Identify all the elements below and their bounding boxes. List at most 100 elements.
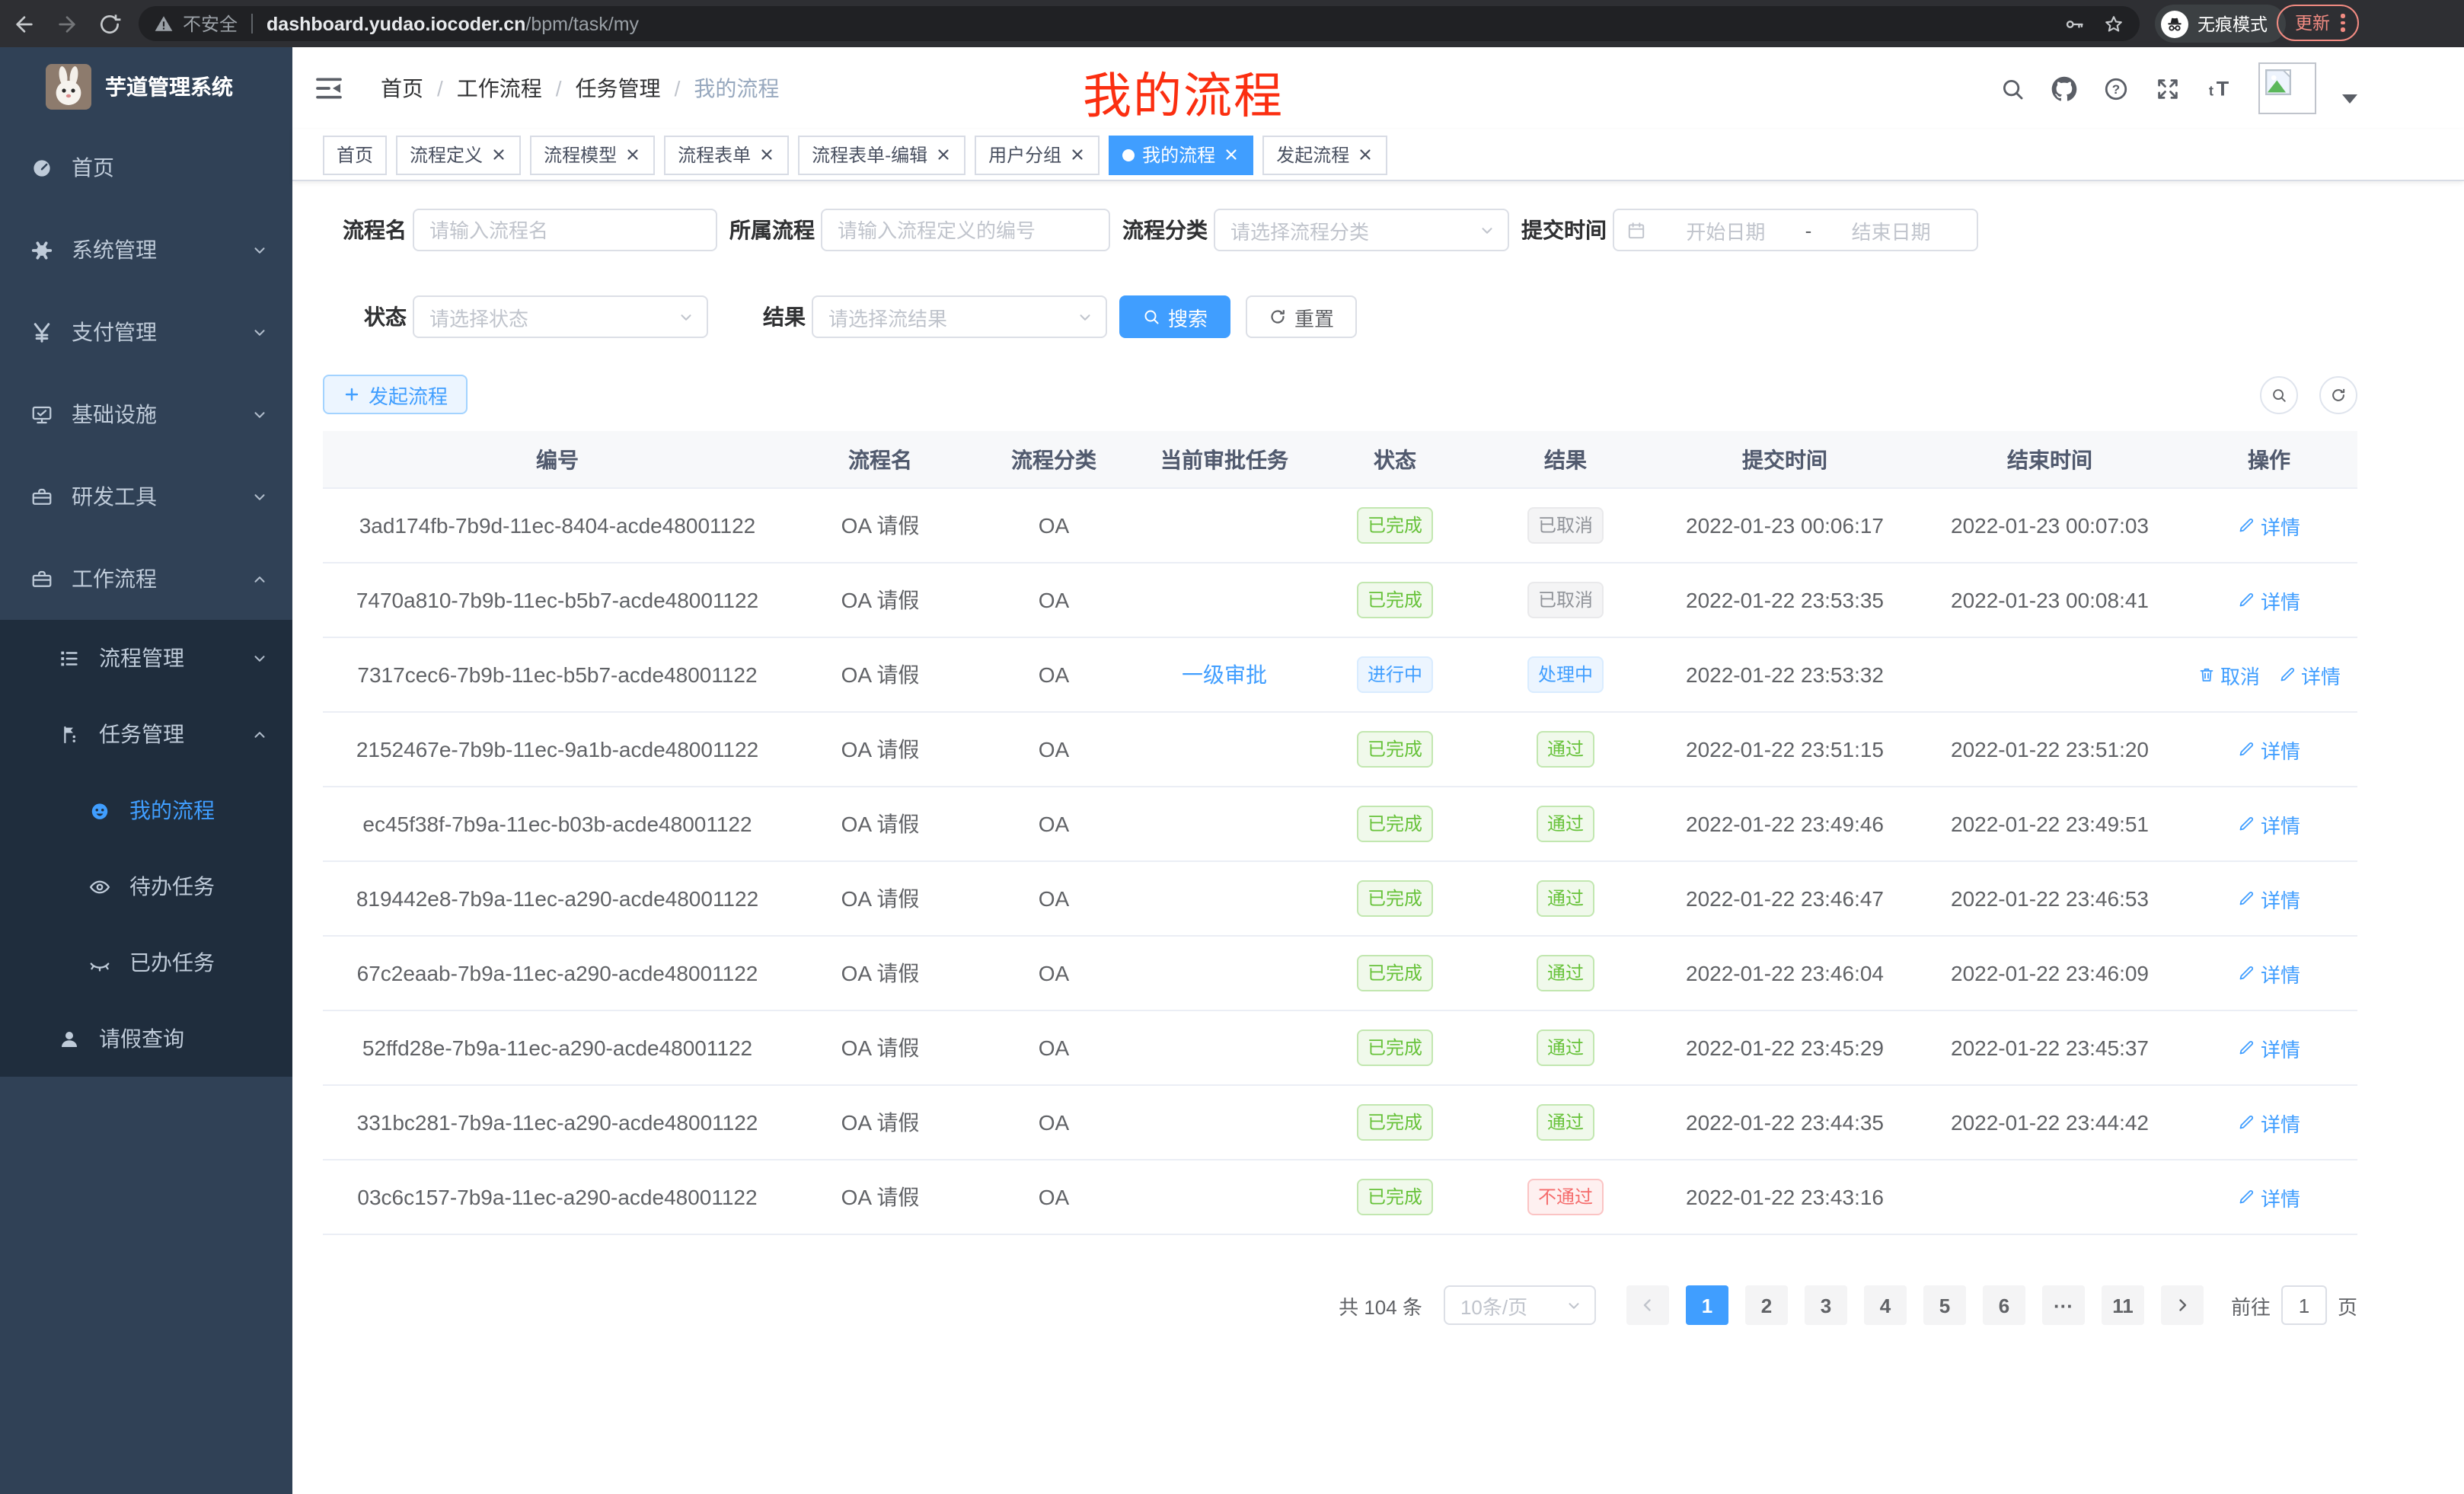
address-bar[interactable]: 不安全 dashboard.yudao.iocoder.cn/bpm/task/… (139, 6, 2140, 41)
sidebar-menu-item[interactable]: 请假查询 (0, 1001, 292, 1077)
password-key-icon[interactable] (2063, 13, 2085, 34)
sidebar-menu-item[interactable]: 已办任务 (0, 924, 292, 1001)
view-tab[interactable]: 我的流程 (1109, 135, 1253, 174)
page-number-button[interactable]: 5 (1923, 1285, 1966, 1325)
sidebar-menu-item[interactable]: 系统管理 (0, 209, 292, 291)
view-tab[interactable]: 用户分组 (975, 135, 1100, 174)
detail-action[interactable]: 详情 (2238, 1033, 2300, 1062)
help-icon[interactable] (2103, 75, 2129, 101)
browser-update-button[interactable]: 更新 (2277, 5, 2358, 41)
app-title: 芋道管理系统 (105, 72, 233, 102)
result-select[interactable]: 请选择流结果 (812, 295, 1107, 338)
sidebar-menu-item[interactable]: 任务管理 (0, 696, 292, 772)
close-icon[interactable] (1357, 146, 1374, 163)
sidebar-collapse-icon[interactable] (314, 73, 344, 104)
detail-action[interactable]: 详情 (2238, 511, 2300, 540)
search-icon[interactable] (2000, 75, 2025, 101)
refresh-icon (1269, 308, 1287, 326)
fullscreen-icon[interactable] (2155, 75, 2181, 101)
menu-item-label: 支付管理 (72, 317, 157, 347)
avatar-dropdown-icon[interactable] (2342, 94, 2357, 104)
cell-submit-time: 2022-01-22 23:45:29 (1651, 1036, 1919, 1060)
close-icon[interactable] (624, 146, 641, 163)
menu-item-label: 工作流程 (72, 563, 157, 594)
cancel-action[interactable]: 取消 (2197, 660, 2260, 689)
font-size-icon[interactable] (2207, 75, 2233, 101)
detail-action[interactable]: 详情 (2238, 735, 2300, 764)
menu-item-label: 首页 (72, 152, 114, 183)
close-icon[interactable] (935, 146, 952, 163)
detail-action[interactable]: 详情 (2238, 809, 2300, 838)
breadcrumb-item[interactable]: 工作流程 (457, 73, 542, 104)
goto-page-input[interactable] (2281, 1285, 2327, 1325)
cell-submit-time: 2022-01-22 23:49:46 (1651, 812, 1919, 836)
page-number-button[interactable]: ··· (2042, 1285, 2085, 1325)
view-tab[interactable]: 发起流程 (1262, 135, 1387, 174)
github-icon[interactable] (2051, 75, 2077, 101)
page-number-button[interactable]: 2 (1745, 1285, 1788, 1325)
close-icon[interactable] (490, 146, 507, 163)
end-date-placeholder[interactable]: 结束日期 (1818, 215, 1964, 244)
submit-time-range-picker[interactable]: 开始日期 - 结束日期 (1613, 209, 1978, 251)
page-number-button[interactable]: 4 (1864, 1285, 1907, 1325)
sidebar-menu-item[interactable]: 我的流程 (0, 772, 292, 848)
browser-forward-icon[interactable] (55, 11, 79, 36)
page-number-button[interactable]: 11 (2102, 1285, 2144, 1325)
menu-item-icon (30, 403, 53, 426)
page-size-select[interactable]: 10条/页 (1444, 1285, 1596, 1325)
prev-page-button[interactable] (1626, 1285, 1669, 1325)
process-definition-label: 所属流程 (729, 215, 815, 245)
breadcrumb: 首页 / 工作流程 / 任务管理 / 我的流程 (381, 73, 779, 104)
detail-action[interactable]: 详情 (2238, 586, 2300, 615)
breadcrumb-item[interactable]: 任务管理 (576, 73, 661, 104)
browser-reload-icon[interactable] (97, 11, 122, 36)
browser-menu-icon[interactable] (2341, 14, 2344, 32)
reset-button[interactable]: 重置 (1246, 295, 1357, 338)
page-number-button[interactable]: 1 (1686, 1285, 1728, 1325)
process-category-select[interactable]: 请选择流程分类 (1214, 209, 1509, 251)
view-tab[interactable]: 流程表单 (664, 135, 789, 174)
detail-action[interactable]: 详情 (2238, 1108, 2300, 1137)
table-toolbar: 发起流程 (323, 375, 2357, 414)
sidebar-menu-item[interactable]: 工作流程 (0, 538, 292, 620)
breadcrumb-item[interactable]: 我的流程 (694, 73, 779, 104)
current-task-link[interactable]: 一级审批 (1182, 662, 1267, 687)
view-tab[interactable]: 流程定义 (396, 135, 521, 174)
menu-item-icon (88, 951, 111, 974)
close-icon[interactable] (1223, 146, 1240, 163)
process-name-input[interactable] (413, 209, 717, 251)
sidebar-menu-item[interactable]: 流程管理 (0, 620, 292, 696)
detail-action[interactable]: 详情 (2238, 959, 2300, 988)
close-icon[interactable] (758, 146, 775, 163)
total-count: 共 104 条 (1339, 1291, 1422, 1320)
detail-action[interactable]: 详情 (2238, 884, 2300, 913)
search-button[interactable]: 搜索 (1119, 295, 1230, 338)
start-date-placeholder[interactable]: 开始日期 (1652, 215, 1799, 244)
view-tab[interactable]: 流程表单-编辑 (798, 135, 965, 174)
view-tab[interactable]: 流程模型 (530, 135, 655, 174)
page-number-button[interactable]: 6 (1983, 1285, 2025, 1325)
detail-action[interactable]: 详情 (2278, 660, 2341, 689)
create-process-button[interactable]: 发起流程 (323, 375, 468, 414)
range-separator: - (1805, 219, 1812, 241)
sidebar-menu-item[interactable]: 待办任务 (0, 848, 292, 924)
view-tab[interactable]: 首页 (323, 135, 387, 174)
status-select[interactable]: 请选择状态 (413, 295, 708, 338)
avatar[interactable] (2258, 62, 2316, 114)
sidebar-menu-item[interactable]: 支付管理 (0, 291, 292, 373)
page-number-button[interactable]: 3 (1805, 1285, 1847, 1325)
show-search-button[interactable] (2260, 375, 2298, 413)
sidebar-menu-item[interactable]: 首页 (0, 126, 292, 209)
browser-back-icon[interactable] (12, 11, 37, 36)
top-navbar: 首页 / 工作流程 / 任务管理 / 我的流程 我的流程 (292, 47, 2464, 129)
close-icon[interactable] (1069, 146, 1086, 163)
app-logo[interactable]: 芋道管理系统 (0, 47, 292, 126)
detail-action[interactable]: 详情 (2238, 1183, 2300, 1211)
breadcrumb-item[interactable]: 首页 (381, 73, 423, 104)
bookmark-star-icon[interactable] (2103, 13, 2124, 34)
sidebar-menu-item[interactable]: 研发工具 (0, 455, 292, 538)
sidebar-menu-item[interactable]: 基础设施 (0, 373, 292, 455)
next-page-button[interactable] (2161, 1285, 2204, 1325)
refresh-table-button[interactable] (2319, 375, 2357, 413)
process-definition-input[interactable] (821, 209, 1110, 251)
